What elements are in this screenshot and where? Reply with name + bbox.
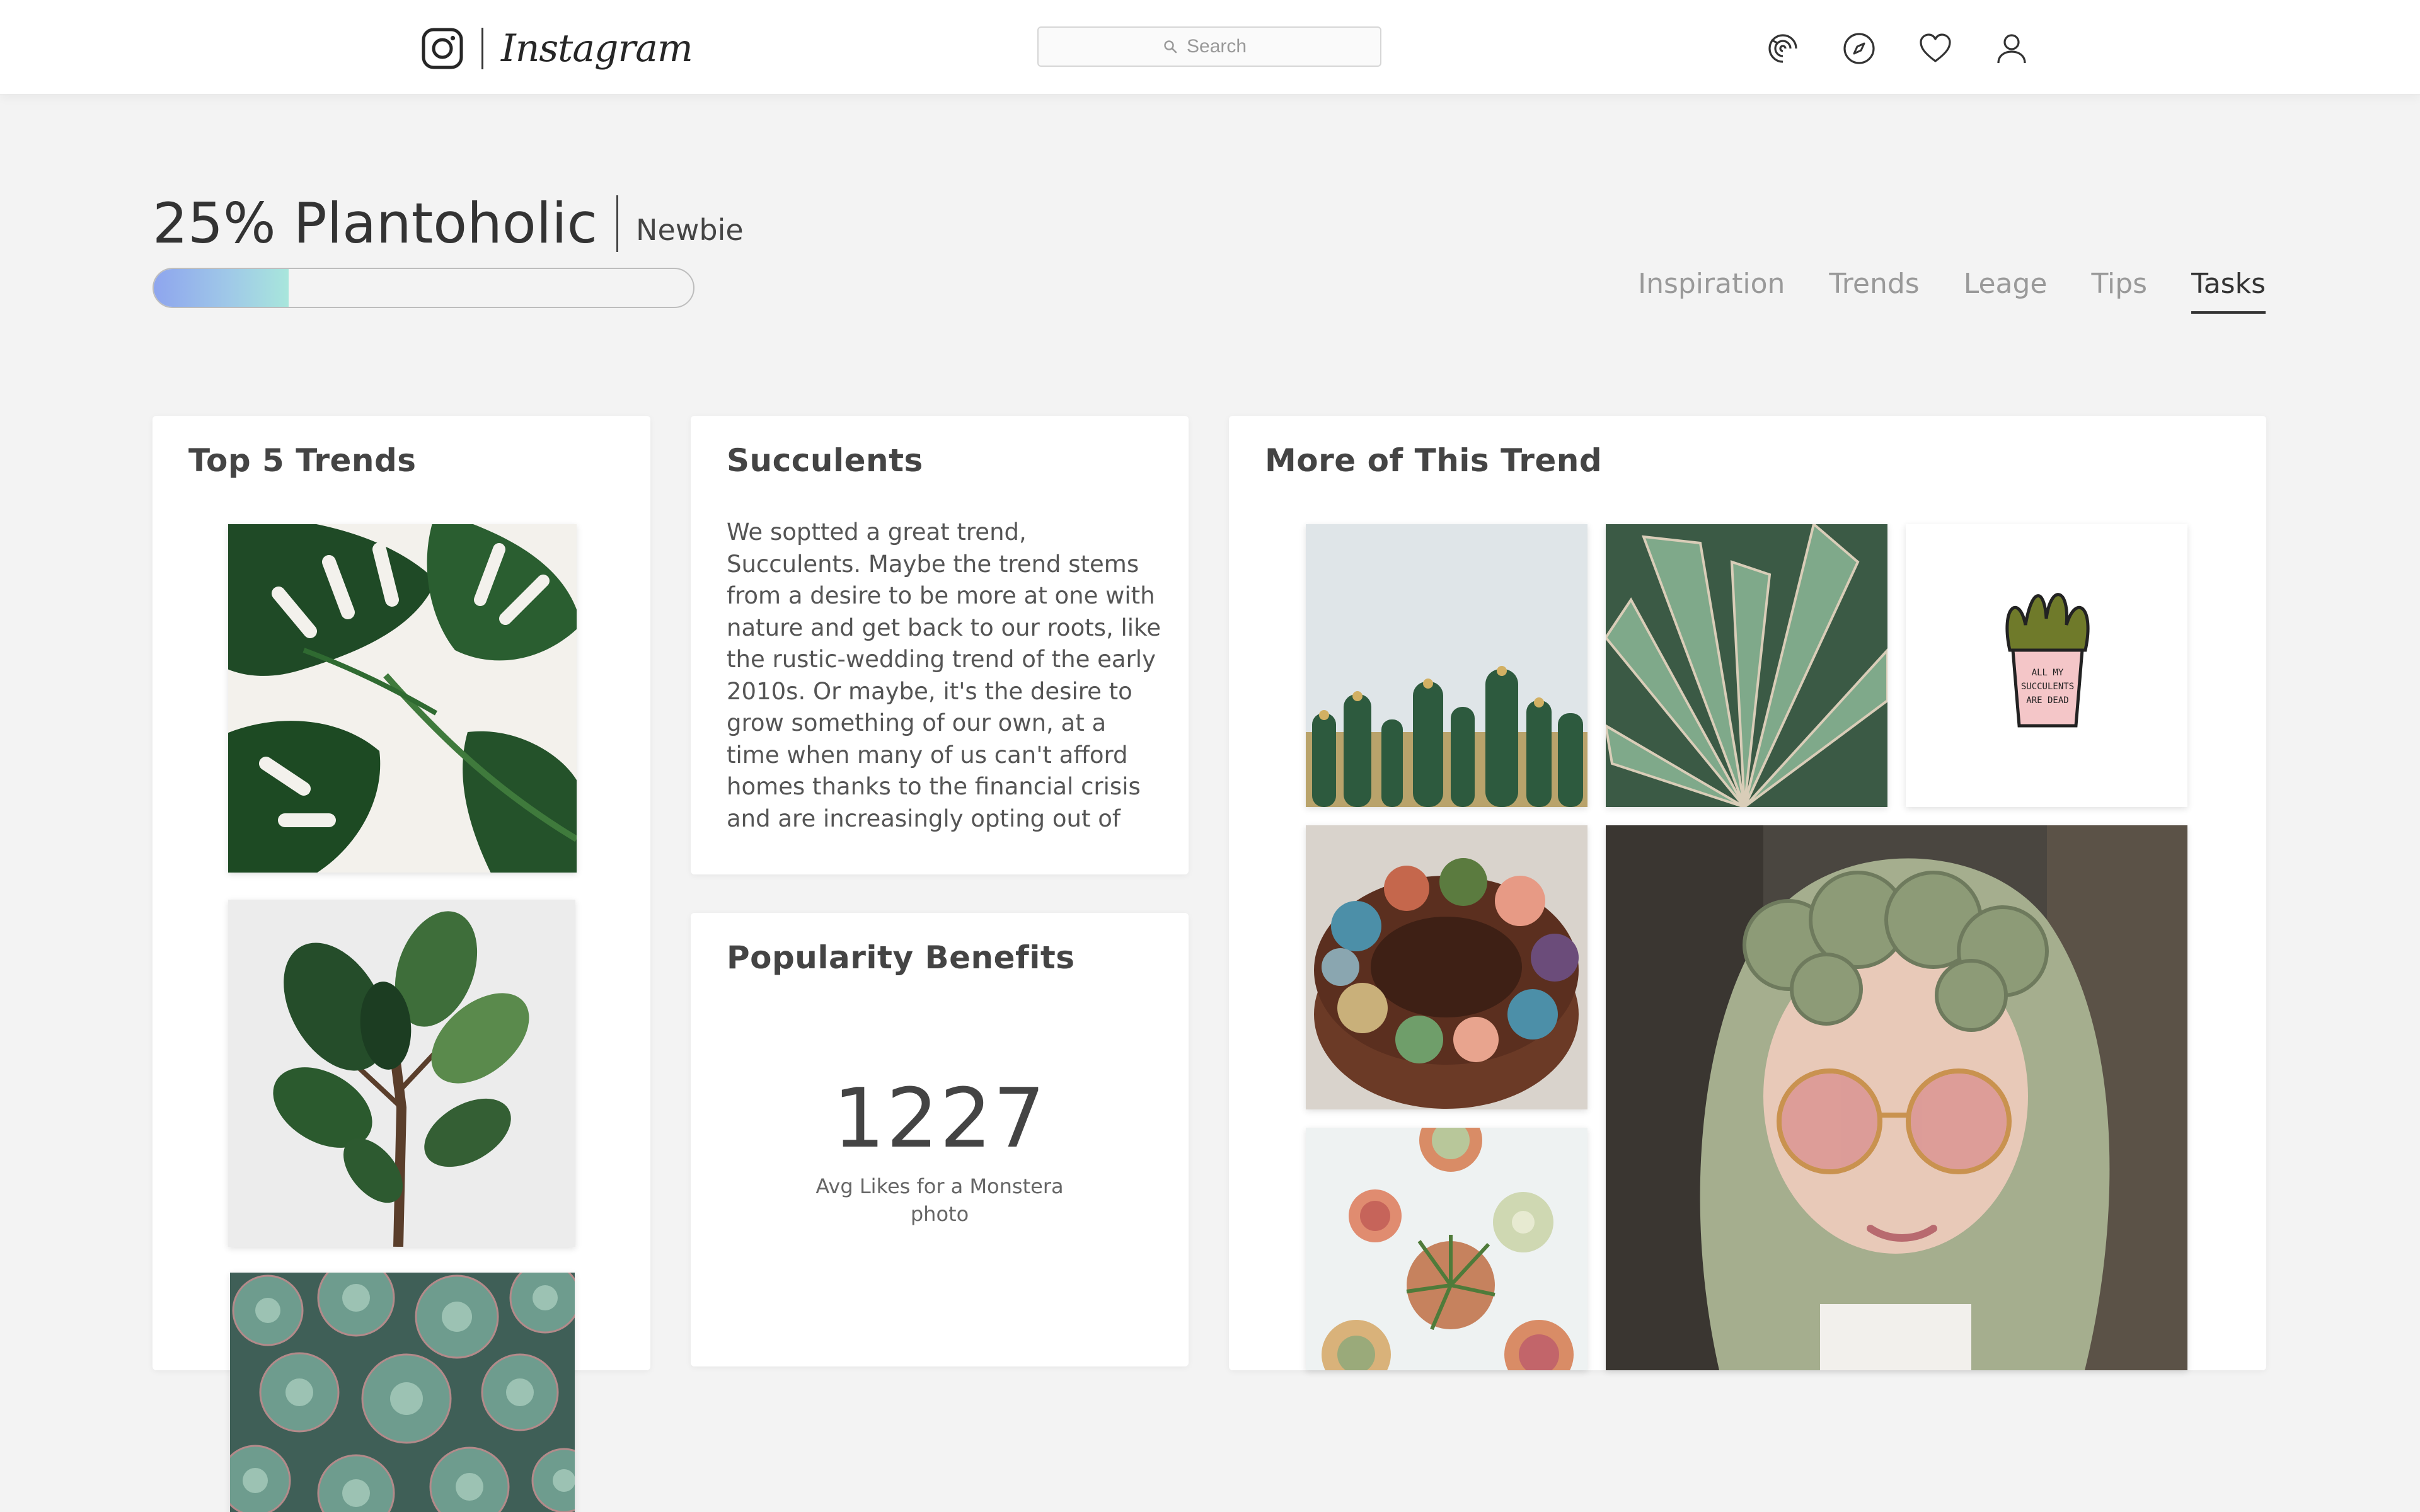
avg-likes-value: 1227 [833, 1070, 1047, 1166]
succulents-card: Succulents We soptted a great trend, Suc… [691, 416, 1189, 874]
compass-icon[interactable] [1841, 30, 1877, 67]
search-input[interactable] [1187, 36, 1256, 57]
tab-leage[interactable]: Leage [1964, 268, 2048, 314]
gallery-image-succulent-pin[interactable]: ALL MY SUCCULENTS ARE DEAD [1906, 524, 2187, 807]
app-wordmark: Instagram [501, 26, 693, 71]
gallery-image-green-hair[interactable] [1606, 825, 2187, 1370]
top-trends-title: Top 5 Trends [188, 442, 417, 479]
trend-image-monstera[interactable] [228, 524, 577, 873]
succulents-description: We soptted a great trend, Succulents. Ma… [727, 518, 1161, 832]
section-tabs: Inspiration Trends Leage Tips Tasks [1594, 268, 2266, 314]
gallery-image-potted-succulents[interactable] [1306, 1128, 1587, 1370]
gallery-image-cacti[interactable] [1306, 524, 1587, 807]
popularity-title: Popularity Benefits [727, 939, 1075, 976]
tab-tasks[interactable]: Tasks [2191, 268, 2266, 314]
avg-likes-caption: Avg Likes for a Monstera photo [815, 1174, 1064, 1226]
svg-text:ALL MY: ALL MY [2032, 668, 2064, 678]
instagram-logo-icon [422, 28, 463, 69]
activity-icon[interactable] [1765, 30, 1801, 67]
brand[interactable]: Instagram [421, 25, 693, 72]
level-progress-bar [153, 268, 694, 308]
trend-image-echeveria[interactable] [230, 1273, 575, 1512]
popularity-card: Popularity Benefits 1227 Avg Likes for a… [691, 913, 1189, 1366]
profile-icon[interactable] [1993, 30, 2030, 67]
progress-fill [154, 269, 289, 307]
level-badge: Newbie [636, 213, 744, 247]
svg-text:SUCCULENTS: SUCCULENTS [2021, 682, 2074, 692]
more-trend-title: More of This Trend [1265, 442, 1603, 479]
search-box[interactable] [1037, 26, 1381, 67]
nav-icons [1765, 30, 2030, 67]
tab-inspiration[interactable]: Inspiration [1638, 268, 1785, 314]
tab-trends[interactable]: Trends [1829, 268, 1919, 314]
svg-text:ARE DEAD: ARE DEAD [2026, 696, 2068, 706]
trend-image-fiddle-leaf[interactable] [228, 900, 575, 1247]
gallery-image-succulent-cake[interactable] [1306, 825, 1587, 1109]
top-bar: Instagram [0, 0, 2420, 94]
level-header: 25% Plantoholic Newbie [153, 189, 744, 258]
search-icon [1164, 40, 1177, 54]
brand-divider [481, 28, 483, 69]
gallery-image-agave[interactable] [1606, 524, 1887, 807]
level-divider [616, 195, 619, 252]
heart-icon[interactable] [1917, 30, 1954, 67]
level-title: 25% Plantoholic [153, 191, 598, 256]
tab-tips[interactable]: Tips [2092, 268, 2148, 314]
succulents-title: Succulents [727, 442, 923, 479]
